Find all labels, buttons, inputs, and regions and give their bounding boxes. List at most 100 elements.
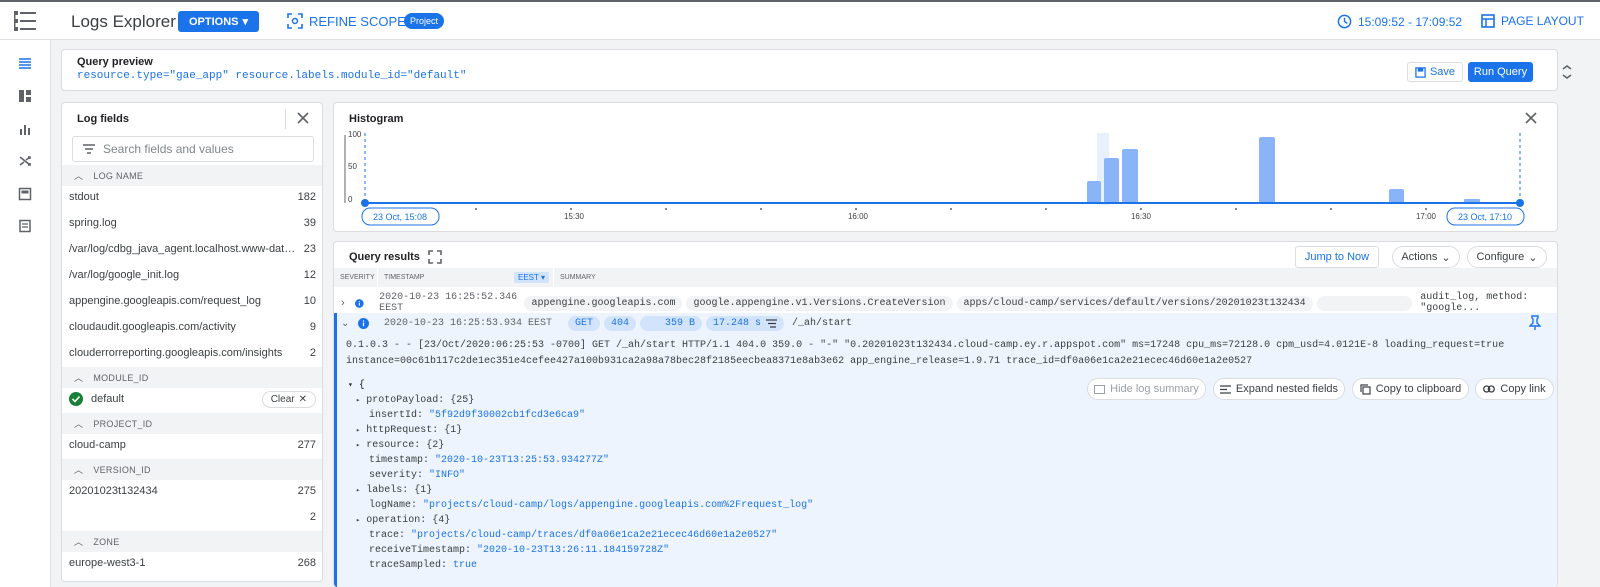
field-row[interactable]: 2 [62,504,322,530]
expand-lines-icon [1219,384,1231,394]
options-button[interactable]: OPTIONS ▾ [178,11,259,32]
json-value[interactable]: "2020-10-23T13:25:53.934277Z" [435,455,609,466]
json-value[interactable]: "2020-10-23T13:26:11.184159728Z" [477,545,669,556]
query-text[interactable]: resource.type="gae_app" resource.labels.… [77,70,466,82]
json-value[interactable]: "5f92d9f30002cb1fcd3e6ca9" [429,410,585,421]
save-button[interactable]: Save [1407,62,1463,82]
field-count: 10 [303,295,316,307]
logs-explorer-icon[interactable] [17,56,33,72]
y-tick-0: 0 [348,195,353,204]
info-icon [355,298,365,308]
field-search-input[interactable]: Search fields and values [72,136,314,162]
json-node[interactable]: ▸ labels: {1} [356,485,432,496]
close-icon[interactable] [296,111,310,125]
json-key: traceSampled: [369,560,448,571]
expand-collapse-icon[interactable] [1559,62,1575,82]
latency-chip[interactable]: 17.248 s [706,315,785,331]
json-field: severity: "INFO" [369,470,465,481]
pin-icon[interactable] [1528,315,1543,331]
column-timestamp[interactable]: TIMESTAMP EEST ▾ [378,268,553,287]
json-value[interactable]: "projects/cloud-camp/traces/df0a06e1ca2e… [411,530,777,541]
field-row[interactable]: clouderrorreporting.googleapis.com/insig… [62,340,322,366]
column-severity[interactable]: SEVERITY [334,268,377,287]
summary-chip[interactable]: appengine.googleapis.com [524,295,683,311]
field-row[interactable]: cloudaudit.googleapis.com/activity 9 [62,314,322,340]
field-name: /var/log/google_init.log [69,269,180,281]
trace-icon [766,318,778,328]
actions-button[interactable]: Actions ⌄ [1392,246,1460,268]
field-name: appengine.googleapis.com/request_log [69,295,262,307]
field-row-selected[interactable]: default Clear ✕ [62,386,322,412]
hide-log-summary-button[interactable]: Hide log summary [1087,378,1206,400]
close-icon: ✕ [298,393,307,405]
field-row[interactable]: /var/log/cdbg_java_agent.localhost.www-d… [62,236,322,262]
storage-icon[interactable] [17,186,33,202]
info-icon [358,317,369,329]
json-root[interactable]: ▾ { [348,380,365,391]
summary-chip[interactable]: google.appengine.v1.Versions.CreateVersi… [686,295,953,311]
json-value[interactable]: "projects/cloud-camp/logs/appengine.goog… [423,500,813,511]
start-time-label: 23 Oct, 15:08 [373,212,427,222]
request-path: /_ah/start [792,317,853,329]
column-summary[interactable]: SUMMARY [554,268,1557,287]
field-row[interactable]: spring.log 39 [62,210,322,236]
json-node[interactable]: ▸ operation: {4} [356,515,450,526]
field-row[interactable]: appengine.googleapis.com/request_log 10 [62,288,322,314]
collapse-icon[interactable]: ⌄ [341,318,353,329]
section-project-id[interactable]: ︿ PROJECT_ID [62,413,322,434]
expand-icon[interactable]: › [341,297,350,309]
json-node[interactable]: ▸ resource: {2} [356,440,444,451]
copy-to-clipboard-button[interactable]: Copy to clipboard [1352,378,1469,400]
section-version-id[interactable]: ︿ VERSION_ID [62,459,322,480]
refine-scope-icon [287,13,303,29]
field-count: 182 [297,191,316,203]
summary-chip[interactable]: apps/cloud-camp/services/default/version… [956,295,1313,311]
chevron-up-icon: ︿ [74,373,84,383]
section-log-name[interactable]: ︿ LOG NAME [62,165,322,186]
log-row-expanded[interactable]: ⌄ 2020-10-23 16:25:53.934 EEST GET 404 3… [334,313,1557,333]
fullscreen-icon[interactable] [428,250,442,264]
json-value[interactable]: true [453,560,477,571]
expand-nested-fields-button[interactable]: Expand nested fields [1213,378,1345,400]
field-name: stdout [69,191,99,203]
json-value[interactable]: "INFO" [429,470,465,481]
field-row[interactable]: 20201023t132434 275 [62,478,322,504]
http-method-chip[interactable]: GET [568,315,601,331]
refine-scope-button[interactable]: REFINE SCOPE [287,13,406,29]
section-zone[interactable]: ︿ ZONE [62,531,322,552]
field-row[interactable]: europe-west3-1 268 [62,550,322,576]
page-layout-button[interactable]: PAGE LAYOUT [1481,14,1584,28]
field-row[interactable]: cloud-camp 277 [62,432,322,458]
field-name: /var/log/cdbg_java_agent.localhost.www-d… [69,243,301,255]
field-count: 268 [297,557,316,569]
query-preview-panel: Query preview resource.type="gae_app" re… [61,49,1558,91]
section-module-id[interactable]: ︿ MODULE_ID [62,367,322,388]
page-layout-label: PAGE LAYOUT [1501,14,1584,28]
json-node[interactable]: ▸ protoPayload: {25} [356,395,474,406]
router-icon[interactable] [17,153,33,169]
jump-to-now-button[interactable]: Jump to Now [1295,246,1379,268]
clear-filter-button[interactable]: Clear ✕ [261,390,316,408]
time-range-picker[interactable]: 15:09:52 - 17:09:52 [1337,14,1462,29]
http-status-chip[interactable]: 404 [604,315,637,331]
histogram-chart[interactable]: 100 50 0 15:30 16:00 16:30 17:00 23 Oct,… [334,103,1557,231]
json-field: traceSampled: true [369,560,477,571]
copy-link-button[interactable]: Copy link [1475,378,1554,400]
document-icon[interactable] [17,218,33,234]
bar-chart-icon[interactable] [17,121,33,137]
field-row[interactable]: stdout 182 [62,184,322,210]
json-field: logName: "projects/cloud-camp/logs/appen… [369,500,813,511]
json-field: trace: "projects/cloud-camp/traces/df0a0… [369,530,777,541]
menu-icon[interactable] [12,8,38,34]
log-row[interactable]: › 2020-10-23 16:25:52.346 EEST appengine… [334,292,1557,314]
scope-badge: Project [404,13,445,29]
json-node[interactable]: ▸ httpRequest: {1} [356,425,462,436]
configure-button[interactable]: Configure ⌄ [1467,246,1547,268]
timezone-dropdown[interactable]: EEST ▾ [514,272,549,283]
summary-icon [1094,384,1106,394]
field-name: spring.log [69,217,117,229]
field-row[interactable]: /var/log/google_init.log 12 [62,262,322,288]
response-size-chip[interactable]: 359 B [640,315,703,331]
run-query-button[interactable]: Run Query [1468,62,1533,82]
dashboard-icon[interactable] [17,88,33,104]
